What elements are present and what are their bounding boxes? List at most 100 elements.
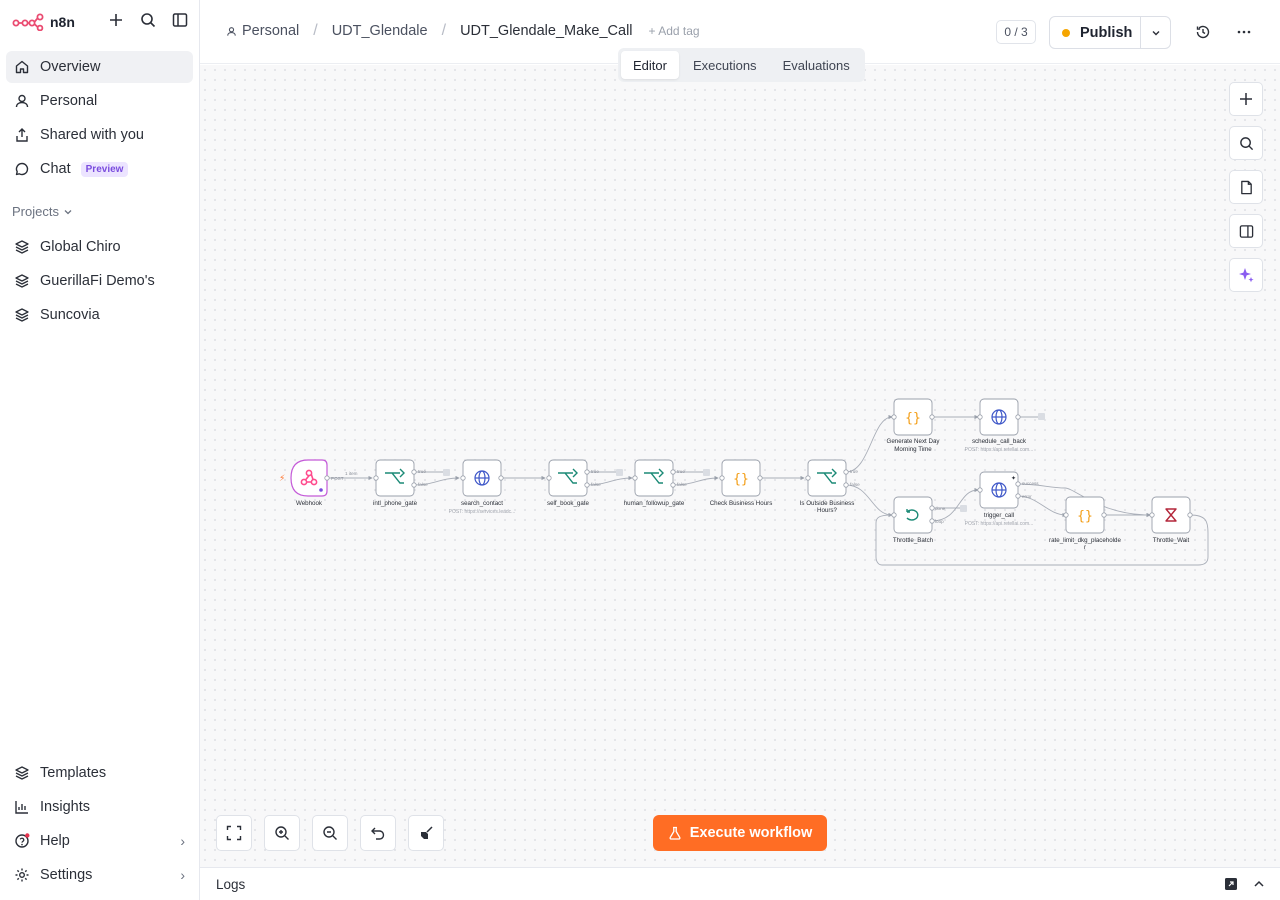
node-label: intl_phone_gate — [373, 500, 418, 507]
node-subtitle: POST: https://api.retellai.com... — [965, 521, 1034, 527]
nav-item-chat[interactable]: Chat Preview — [6, 153, 193, 185]
node-label: Generate Next Day — [887, 438, 941, 445]
node-check-business-hours[interactable]: {} Check Business Hours — [710, 459, 773, 507]
node-intl-phone-gate[interactable]: intl_phone_gate — [373, 459, 418, 507]
edge-label-done: done — [935, 506, 946, 511]
undo-icon — [371, 827, 385, 840]
node-throttle-batch[interactable]: Throttle_Batch — [891, 496, 935, 544]
add-node-button[interactable] — [1229, 82, 1263, 116]
share-icon — [16, 128, 28, 142]
more-options-button[interactable] — [1235, 23, 1253, 41]
code-braces-icon: {} — [1077, 509, 1093, 524]
node-label: self_book_gate — [547, 500, 590, 507]
ai-assistant-button[interactable] — [1229, 258, 1263, 292]
collapse-sidebar-button[interactable] — [171, 11, 189, 29]
workflow-graph: 1 item POST true false true false true f… — [279, 398, 1209, 566]
nav-label: Help — [40, 833, 70, 849]
node-self-book-gate[interactable]: self_book_gate — [546, 459, 590, 507]
flask-icon — [669, 826, 681, 840]
edge-label-items: 1 item — [345, 471, 358, 476]
create-button[interactable] — [107, 11, 125, 29]
project-item-suncovia[interactable]: Suncovia — [6, 299, 193, 331]
project-label: GuerillaFi Demo's — [40, 273, 155, 289]
nav-item-templates[interactable]: Templates — [6, 757, 193, 789]
publish-button[interactable]: Publish — [1050, 17, 1140, 48]
logs-actions — [1224, 877, 1266, 896]
logs-panel[interactable]: Logs — [200, 867, 1280, 900]
project-item-global-chiro[interactable]: Global Chiro — [6, 231, 193, 263]
edge-label-error: error — [1022, 494, 1032, 499]
edge-label-true: true — [850, 469, 858, 474]
workflow-name[interactable]: UDT_Glendale_Make_Call — [460, 23, 632, 39]
execute-workflow-button[interactable]: Execute workflow — [653, 815, 827, 851]
breadcrumb-folder[interactable]: UDT_Glendale — [332, 23, 428, 39]
nav-item-overview[interactable]: Overview — [6, 51, 193, 83]
node-label: Throttle_Batch — [893, 537, 934, 544]
nav-item-shared[interactable]: Shared with you — [6, 119, 193, 151]
nav-label: Insights — [40, 799, 90, 815]
node-search-contact[interactable]: search_contact POST: https://services.le… — [449, 459, 516, 515]
zoom-in-button[interactable] — [264, 815, 300, 851]
view-tabs: Editor Executions Evaluations — [618, 48, 865, 82]
pop-out-logs-button[interactable] — [1224, 877, 1238, 896]
n8n-logo[interactable]: n8n — [12, 12, 75, 32]
user-icon — [15, 94, 29, 108]
edge-label-false: false — [591, 482, 601, 487]
search-nodes-button[interactable] — [1229, 126, 1263, 160]
nav-item-settings[interactable]: Settings › — [6, 859, 193, 891]
layers-icon — [15, 274, 29, 288]
nav-item-insights[interactable]: Insights — [6, 791, 193, 823]
node-human-followup-gate[interactable]: human_followup_gate — [624, 459, 685, 507]
projects-label: Projects — [12, 204, 59, 219]
tab-evaluations[interactable]: Evaluations — [771, 51, 862, 79]
zoom-out-button[interactable] — [312, 815, 348, 851]
plus-icon — [110, 14, 122, 26]
tab-editor[interactable]: Editor — [621, 51, 679, 79]
node-generate-next-day[interactable]: {} Generate Next Day Morning Time — [887, 398, 941, 453]
templates-icon — [15, 766, 29, 780]
projects-header[interactable]: Projects — [12, 204, 73, 219]
node-label: Morning Time — [894, 446, 932, 453]
node-is-outside-business-hours[interactable]: Is Outside Business Hours? — [800, 459, 855, 514]
workflow-canvas[interactable]: 1 item POST true false true false true f… — [200, 65, 1280, 867]
undo-button[interactable] — [360, 815, 396, 851]
nav-label: Overview — [40, 59, 101, 75]
zoom-to-fit-button[interactable] — [216, 815, 252, 851]
publish-split-button: Publish — [1049, 16, 1171, 49]
tab-executions[interactable]: Executions — [681, 51, 769, 79]
bar-chart-icon — [15, 801, 28, 814]
edge-label-post: POST — [331, 476, 344, 481]
node-schedule-call-back[interactable]: schedule_call_back POST: https://api.ret… — [965, 398, 1034, 453]
node-webhook[interactable]: ⚡ Webhook — [279, 459, 330, 507]
node-throttle-wait[interactable]: Throttle_Wait — [1149, 496, 1193, 544]
nav-item-personal[interactable]: Personal — [6, 85, 193, 117]
node-label: r — [1084, 544, 1086, 551]
edge-label-true: true — [677, 469, 685, 474]
history-button[interactable] — [1194, 23, 1212, 41]
zoom-in-icon — [275, 826, 289, 840]
node-rate-limit[interactable]: {} rate_limit_dkg_placeholde r — [1049, 496, 1122, 551]
add-tag-button[interactable]: + Add tag — [649, 24, 700, 38]
publish-options-button[interactable] — [1140, 17, 1170, 48]
node-label: rate_limit_dkg_placeholde — [1049, 537, 1121, 544]
nav-item-help[interactable]: Help › — [6, 825, 193, 857]
breadcrumb-personal[interactable]: Personal — [226, 23, 299, 39]
publish-label: Publish — [1080, 24, 1133, 41]
edge-label-true: true — [591, 469, 599, 474]
ellipsis-icon — [1237, 30, 1251, 34]
toggle-panel-button[interactable] — [1229, 214, 1263, 248]
breadcrumb-separator: / — [441, 22, 447, 39]
edge-label-false: false — [418, 482, 428, 487]
chevron-down-icon — [1152, 30, 1159, 35]
node-label: Check Business Hours — [710, 500, 773, 507]
edge-labels: 1 item POST true false true false true f… — [331, 469, 1039, 524]
node-label: human_followup_gate — [624, 500, 685, 507]
nav-label: Settings — [40, 867, 93, 883]
search-button[interactable] — [139, 11, 157, 29]
plus-icon — [1240, 93, 1252, 105]
sticky-note-button[interactable] — [1229, 170, 1263, 204]
breadcrumb: Personal / UDT_Glendale / UDT_Glendale_M… — [226, 22, 700, 40]
project-item-guerillafi[interactable]: GuerillaFi Demo's — [6, 265, 193, 297]
expand-logs-button[interactable] — [1252, 877, 1266, 896]
tidy-up-button[interactable] — [408, 815, 444, 851]
